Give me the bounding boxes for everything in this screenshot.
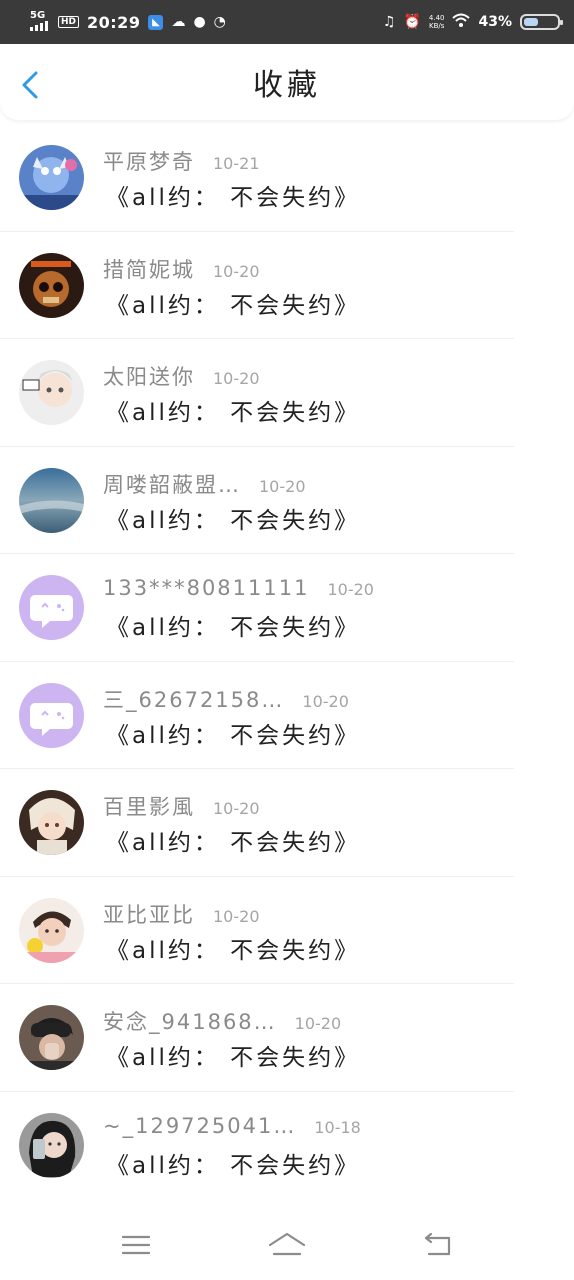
avatar bbox=[19, 1005, 84, 1070]
list-item[interactable]: 安念_941868… 10-20 《all约： 不会失约》 bbox=[0, 984, 574, 1092]
page-title: 收藏 bbox=[253, 68, 321, 103]
user-name: 三_62672158… bbox=[103, 687, 285, 712]
avatar bbox=[19, 252, 84, 318]
default-avatar bbox=[19, 682, 84, 748]
item-title: 《all约： 不会失约》 bbox=[106, 400, 361, 426]
list-item[interactable]: ~_129725041… 10-18 《all约： 不会失约》 bbox=[0, 1092, 574, 1200]
user-name: ~_129725041… bbox=[103, 1113, 297, 1138]
item-title: 《all约： 不会失约》 bbox=[106, 292, 361, 319]
battery-percent: 43% bbox=[478, 14, 512, 30]
home-icon bbox=[268, 1232, 306, 1256]
status-bar-left: 5G HD 20:29 ◣ ☁ ● ◔ bbox=[30, 9, 226, 34]
back-button[interactable] bbox=[18, 70, 42, 100]
speed-icon: ◔ bbox=[213, 14, 226, 30]
item-meta: 措简妮城 10-20 bbox=[103, 254, 260, 284]
avatar bbox=[19, 360, 84, 425]
list-item[interactable]: 百里影風 10-20 《all约： 不会失约》 bbox=[0, 769, 574, 877]
wifi-icon bbox=[452, 13, 471, 31]
user-name: 百里影風 bbox=[103, 795, 195, 819]
item-title: 《all约： 不会失约》 bbox=[106, 507, 361, 534]
net-speed-unit: KB/s bbox=[428, 22, 445, 30]
header: 收藏 bbox=[0, 44, 574, 120]
user-name: 措简妮城 bbox=[103, 257, 195, 282]
item-meta: 太阳送你 10-20 bbox=[103, 361, 260, 391]
net-speed-value: 4.40 bbox=[428, 14, 445, 22]
headphones-icon: ♫ bbox=[382, 14, 396, 30]
app-notification-icon: ◣ bbox=[148, 14, 164, 30]
default-avatar bbox=[19, 575, 84, 640]
avatar bbox=[19, 1112, 84, 1178]
item-title: 《all约： 不会失约》 bbox=[106, 830, 361, 856]
user-name: 平原梦奇 bbox=[103, 150, 195, 174]
chevron-left-icon bbox=[22, 71, 38, 99]
menu-icon bbox=[121, 1235, 150, 1255]
list-item[interactable]: 太阳送你 10-20 《all约： 不会失约》 bbox=[0, 339, 574, 447]
list-item[interactable]: 亚比亚比 10-20 《all约： 不会失约》 bbox=[0, 877, 574, 984]
item-meta: ~_129725041… 10-18 bbox=[103, 1114, 361, 1138]
network-type: 5G bbox=[30, 9, 46, 21]
item-date: 10-18 bbox=[314, 1117, 361, 1137]
avatar bbox=[19, 790, 84, 855]
item-title: 《all约： 不会失约》 bbox=[106, 615, 361, 641]
item-meta: 周喽韶蔽盟… 10-20 bbox=[103, 469, 306, 499]
item-meta: 安念_941868… 10-20 bbox=[103, 1006, 341, 1036]
back-icon bbox=[425, 1233, 451, 1256]
item-date: 10-20 bbox=[259, 476, 306, 496]
item-meta: 亚比亚比 10-20 bbox=[103, 899, 260, 929]
item-date: 10-20 bbox=[302, 691, 349, 711]
favorites-list: 平原梦奇 10-21 《all约： 不会失约》 措简妮城 10-20 《all约… bbox=[0, 124, 574, 1199]
item-meta: 平原梦奇 10-21 bbox=[103, 146, 260, 176]
user-name: 亚比亚比 bbox=[103, 902, 195, 927]
list-item[interactable]: 周喽韶蔽盟… 10-20 《all约： 不会失约》 bbox=[0, 447, 574, 554]
item-title: 《all约： 不会失约》 bbox=[106, 1045, 361, 1071]
chat-bubble-icon: ● bbox=[193, 14, 206, 30]
item-title: 《all约： 不会失约》 bbox=[106, 1152, 361, 1179]
home-button[interactable] bbox=[267, 1230, 307, 1260]
user-name: 太阳送你 bbox=[103, 365, 195, 389]
item-date: 10-20 bbox=[327, 580, 374, 599]
item-meta: 三_62672158… 10-20 bbox=[103, 684, 349, 714]
battery-icon bbox=[520, 14, 563, 30]
menu-button[interactable] bbox=[116, 1230, 156, 1260]
status-bar: 5G HD 20:29 ◣ ☁ ● ◔ ♫ ⏰ 4.40 KB/s 43% bbox=[0, 0, 574, 44]
item-meta: 百里影風 10-20 bbox=[103, 791, 260, 821]
net-speed: 4.40 KB/s bbox=[429, 14, 445, 30]
back-nav-button[interactable] bbox=[418, 1230, 458, 1260]
user-name: 安念_941868… bbox=[103, 1010, 277, 1034]
item-title: 《all约： 不会失约》 bbox=[106, 185, 361, 211]
item-meta: 133***80811111 10-20 bbox=[103, 576, 374, 600]
item-date: 10-20 bbox=[294, 1014, 342, 1033]
signal-icon: 5G bbox=[30, 9, 50, 34]
avatar bbox=[19, 145, 84, 210]
list-item[interactable]: 平原梦奇 10-21 《all约： 不会失约》 bbox=[0, 124, 574, 232]
alarm-icon: ⏰ bbox=[403, 14, 421, 30]
item-date: 10-20 bbox=[213, 906, 260, 926]
user-name: 133***80811111 bbox=[103, 576, 310, 600]
list-item[interactable]: 133***80811111 10-20 《all约： 不会失约》 bbox=[0, 554, 574, 662]
list-item[interactable]: 措简妮城 10-20 《all约： 不会失约》 bbox=[0, 232, 574, 339]
item-title: 《all约： 不会失约》 bbox=[106, 722, 361, 749]
cloud-icon: ☁ bbox=[171, 14, 186, 30]
avatar bbox=[19, 897, 84, 963]
avatar bbox=[19, 467, 84, 533]
system-nav-bar bbox=[0, 1210, 574, 1280]
item-date: 10-20 bbox=[213, 799, 260, 818]
user-name: 周喽韶蔽盟… bbox=[103, 472, 241, 497]
status-time: 20:29 bbox=[87, 12, 141, 32]
item-date: 10-21 bbox=[213, 154, 260, 173]
item-date: 10-20 bbox=[213, 369, 260, 388]
item-date: 10-20 bbox=[213, 261, 260, 281]
battery-fill bbox=[524, 18, 538, 26]
item-title: 《all约： 不会失约》 bbox=[106, 937, 361, 964]
list-item[interactable]: 三_62672158… 10-20 《all约： 不会失约》 bbox=[0, 662, 574, 769]
hd-icon: HD bbox=[58, 16, 80, 28]
status-bar-right: ♫ ⏰ 4.40 KB/s 43% bbox=[382, 13, 563, 31]
